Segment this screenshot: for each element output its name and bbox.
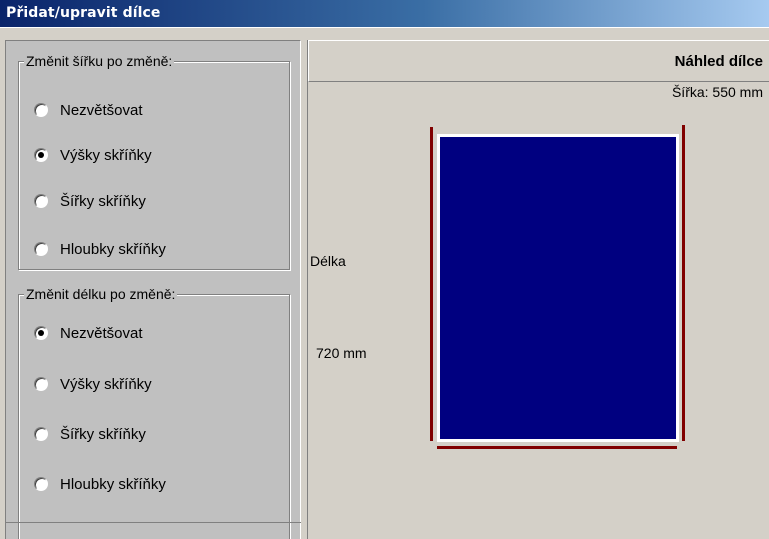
part-length-label: Délka — [310, 253, 346, 269]
options-panel: Změnit šířku po změně: Nezvětšovat Výšky… — [5, 40, 301, 539]
radio-checked-icon[interactable] — [34, 326, 48, 340]
radio-icon[interactable] — [34, 242, 48, 256]
radio-label: Nezvětšovat — [60, 101, 143, 119]
length-option-cabinet-width[interactable]: Šířky skříňky — [34, 424, 146, 444]
width-option-no-resize[interactable]: Nezvětšovat — [34, 100, 143, 120]
window-title: Přidat/upravit dílce — [6, 5, 161, 21]
radio-icon[interactable] — [34, 377, 48, 391]
width-option-cabinet-height[interactable]: Výšky skříňky — [34, 145, 152, 165]
radio-icon[interactable] — [34, 103, 48, 117]
title-bar[interactable]: Přidat/upravit dílce — [0, 0, 769, 28]
part-width-label: Šířka: 550 mm — [671, 84, 763, 100]
radio-icon[interactable] — [34, 427, 48, 441]
radio-label: Výšky skříňky — [60, 375, 152, 393]
radio-icon[interactable] — [34, 477, 48, 491]
radio-label: Hloubky skříňky — [60, 475, 166, 493]
length-option-no-resize[interactable]: Nezvětšovat — [34, 323, 143, 343]
length-dimension-line-right — [682, 125, 685, 441]
radio-label: Hloubky skříňky — [60, 240, 166, 258]
part-length-value: 720 mm — [316, 345, 367, 361]
part-preview-rectangle — [437, 134, 679, 442]
radio-icon[interactable] — [34, 194, 48, 208]
width-group-legend: Změnit šířku po změně: — [24, 53, 175, 69]
width-dimension-line — [437, 446, 677, 449]
dialog-window: Přidat/upravit dílce Změnit šířku po změ… — [0, 0, 769, 539]
width-change-group: Změnit šířku po změně: Nezvětšovat Výšky… — [18, 53, 290, 270]
width-option-cabinet-width[interactable]: Šířky skříňky — [34, 191, 146, 211]
length-dimension-line — [430, 127, 433, 441]
preview-header: Náhled dílce — [308, 40, 769, 82]
preview-title: Náhled dílce — [674, 53, 763, 70]
length-change-group: Změnit délku po změně: Nezvětšovat Výšky… — [18, 286, 290, 539]
radio-checked-icon[interactable] — [34, 148, 48, 162]
length-group-legend: Změnit délku po změně: — [24, 286, 178, 302]
length-option-cabinet-height[interactable]: Výšky skříňky — [34, 374, 152, 394]
radio-label: Výšky skříňky — [60, 146, 152, 164]
width-option-cabinet-depth[interactable]: Hloubky skříňky — [34, 239, 166, 259]
preview-panel: Náhled dílce Šířka: 550 mm Délka 720 mm — [307, 40, 769, 539]
length-option-cabinet-depth[interactable]: Hloubky skříňky — [34, 474, 166, 494]
panel-divider — [5, 522, 301, 523]
radio-label: Nezvětšovat — [60, 324, 143, 342]
radio-label: Šířky skříňky — [60, 192, 146, 210]
radio-label: Šířky skříňky — [60, 425, 146, 443]
